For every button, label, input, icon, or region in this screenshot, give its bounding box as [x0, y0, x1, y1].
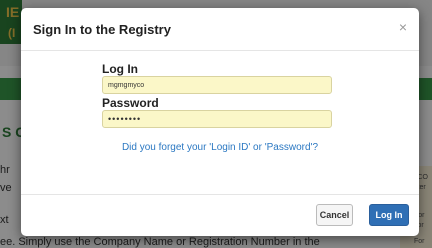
password-input[interactable]: [102, 110, 332, 128]
cancel-button[interactable]: Cancel: [316, 204, 353, 226]
sign-in-dialog: Sign In to the Registry × Log In Passwor…: [21, 8, 419, 236]
forgot-credentials-link[interactable]: Did you forget your 'Login ID' or 'Passw…: [21, 142, 419, 153]
page: IE (I S G hr ve xt ee. Simply use the Co…: [0, 0, 432, 248]
login-input[interactable]: [102, 76, 332, 94]
close-icon[interactable]: ×: [399, 19, 407, 35]
password-label: Password: [102, 96, 159, 110]
login-label: Log In: [102, 62, 138, 76]
log-in-button[interactable]: Log In: [369, 204, 409, 226]
dialog-footer: Cancel Log In: [21, 194, 419, 236]
dialog-title: Sign In to the Registry: [33, 22, 171, 37]
dialog-header: Sign In to the Registry ×: [21, 8, 419, 51]
